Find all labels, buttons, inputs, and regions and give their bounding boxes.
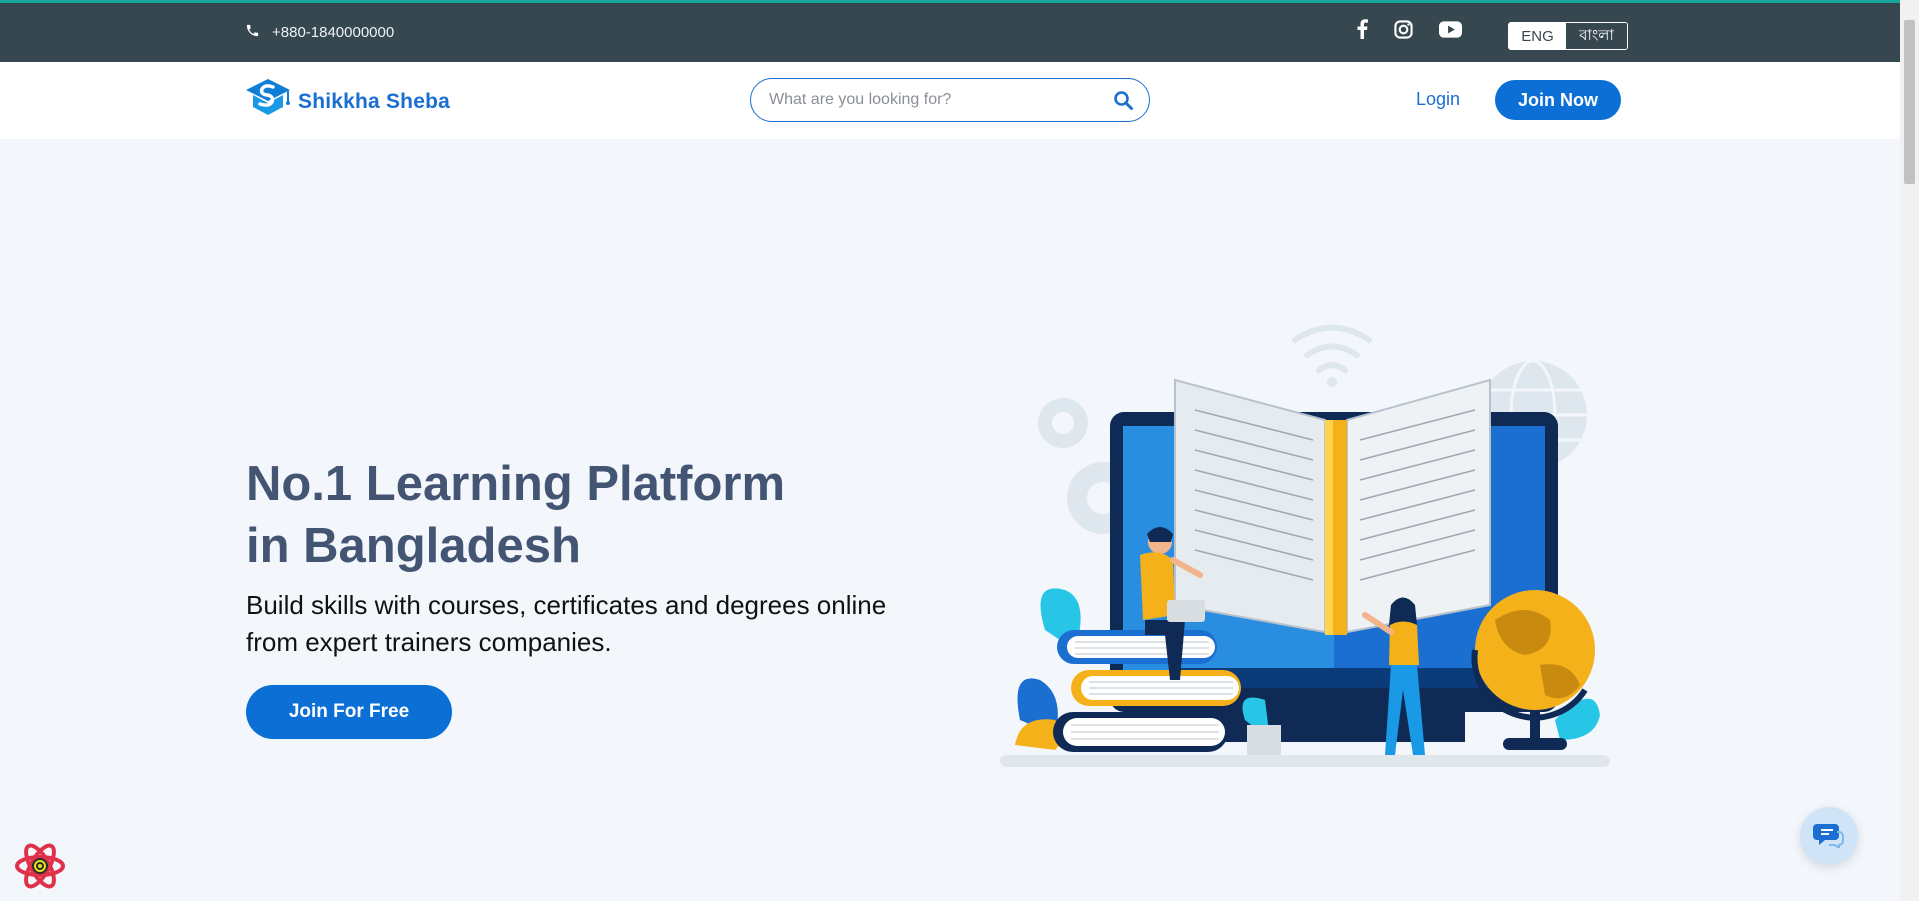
brand-logo[interactable]: Shikkha Sheba <box>244 78 450 125</box>
hero-title: No.1 Learning Platform in Bangladesh <box>246 453 866 577</box>
hero-subtitle: Build skills with courses, certificates … <box>246 587 966 661</box>
lang-option-eng[interactable]: ENG <box>1509 23 1566 49</box>
search-bar <box>750 78 1150 122</box>
language-switcher: ENG বাংলা <box>1508 22 1628 50</box>
hero-subtitle-line-2: from expert trainers companies. <box>246 627 612 657</box>
facebook-icon[interactable] <box>1356 19 1368 39</box>
chat-widget-button[interactable] <box>1800 807 1858 865</box>
hero-title-line-1: No.1 Learning Platform <box>246 457 786 511</box>
search-input[interactable] <box>767 90 1101 110</box>
hero-illustration <box>995 320 1615 785</box>
top-bar: +880-1840000000 ENG বাংলা <box>0 3 1900 62</box>
logo-icon <box>244 78 292 125</box>
social-links <box>1356 19 1462 39</box>
phone-contact[interactable]: +880-1840000000 <box>245 23 394 42</box>
join-now-button[interactable]: Join Now <box>1495 80 1621 120</box>
search-icon[interactable] <box>1113 90 1133 110</box>
page-scrollbar[interactable] <box>1900 0 1919 901</box>
instagram-icon[interactable] <box>1394 19 1413 39</box>
phone-number: +880-1840000000 <box>272 24 395 41</box>
scrollbar-thumb[interactable] <box>1904 20 1915 184</box>
react-devtools-icon[interactable] <box>14 841 66 896</box>
lang-option-bangla[interactable]: বাংলা <box>1566 23 1627 49</box>
hero-subtitle-line-1: Build skills with courses, certificates … <box>246 590 887 620</box>
brand-name: Shikkha Sheba <box>298 89 450 113</box>
phone-icon <box>245 23 260 42</box>
main-navbar: Shikkha Sheba Login Join Now <box>0 62 1900 139</box>
join-for-free-button[interactable]: Join For Free <box>246 685 452 739</box>
youtube-icon[interactable] <box>1439 20 1462 38</box>
login-link[interactable]: Login <box>1416 89 1460 110</box>
chat-icon <box>1813 820 1845 853</box>
hero-title-line-2: in Bangladesh <box>246 519 581 573</box>
